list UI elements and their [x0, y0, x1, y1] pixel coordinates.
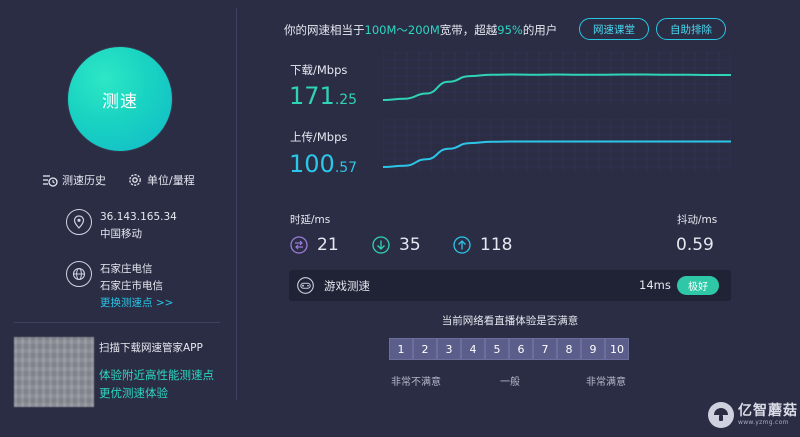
upload-int: 100 [289, 150, 335, 178]
speed-button-label: 测速 [102, 91, 138, 112]
change-server-link[interactable]: 更换测速点 >> [100, 295, 173, 312]
summary-prefix: 你的网速相当于 [284, 23, 365, 37]
globe-icon [66, 261, 92, 287]
download-dec: .25 [334, 92, 358, 108]
game-rating-badge: 极好 [677, 276, 719, 295]
gear-icon [129, 174, 141, 186]
rating-scale: 1 2 3 4 5 6 7 8 9 10 [389, 338, 629, 360]
download-value: 171.25 [289, 82, 357, 110]
arrow-up-icon [453, 236, 471, 254]
self-troubleshoot-button[interactable]: 自助排除 [656, 18, 726, 40]
rating-option[interactable]: 6 [509, 338, 533, 360]
rating-option[interactable]: 4 [461, 338, 485, 360]
game-speed-bar[interactable]: 游戏测速 14ms 极好 [289, 270, 731, 301]
watermark-brand: 亿智蘑菇 [738, 403, 798, 419]
latency-label: 时延/ms [290, 214, 331, 226]
history-label: 测速历史 [62, 174, 106, 187]
results-panel: 你的网速相当于100M～200M宽带，超越95%的用户 网速课堂 自助排除 下载… [237, 0, 800, 437]
rating-option[interactable]: 9 [581, 338, 605, 360]
arrow-down-icon [372, 236, 390, 254]
watermark-url: www.yzmg.com [738, 419, 789, 426]
rating-option[interactable]: 8 [557, 338, 581, 360]
rating-option[interactable]: 10 [605, 338, 629, 360]
app-promo-line2: 更优测速体验 [99, 386, 168, 400]
app-promo-line1: 体验附近高性能测速点 [99, 368, 214, 382]
latency-avg: 21 [290, 235, 339, 255]
latency-avg-value: 21 [317, 235, 339, 255]
upload-chart [383, 119, 731, 171]
latency-max: 118 [453, 235, 512, 255]
jitter-label: 抖动/ms [677, 214, 718, 226]
rating-option[interactable]: 3 [437, 338, 461, 360]
summary-middle: 宽带，超越 [439, 23, 498, 37]
game-speed-label: 游戏测速 [324, 279, 370, 293]
speed-curve [383, 73, 731, 101]
unit-label: 单位/量程 [147, 174, 195, 187]
latency-min-value: 35 [399, 235, 421, 255]
rating-option[interactable]: 5 [485, 338, 509, 360]
download-int: 171 [289, 82, 335, 110]
game-latency: 14ms [639, 278, 671, 292]
ip-address: 36.143.165.34 [100, 211, 177, 223]
unit-range-button[interactable]: 单位/量程 [127, 172, 195, 188]
server-name: 石家庄电信 [100, 263, 153, 275]
latency-max-value: 118 [480, 235, 513, 255]
history-icon [43, 175, 58, 187]
isp-name: 中国移动 [100, 228, 142, 240]
app-download-title: 扫描下载网速管家APP [99, 342, 203, 354]
upload-dec: .57 [334, 160, 358, 176]
upload-value: 100.57 [289, 150, 357, 178]
beat-percent: 95% [497, 23, 523, 37]
location-pin-icon [66, 209, 92, 235]
rating-option[interactable]: 2 [413, 338, 437, 360]
swap-icon [290, 236, 308, 254]
jitter-number: 0.59 [676, 235, 714, 255]
mushroom-logo-icon [708, 402, 734, 428]
latency-min: 35 [372, 235, 421, 255]
bandwidth-range: 100M～200M [364, 23, 440, 37]
download-label: 下载/Mbps [290, 63, 348, 77]
server-info: 石家庄电信 石家庄市电信 更换测速点 >> [66, 261, 173, 312]
jitter-value: 0.59 [676, 235, 714, 255]
rating-option[interactable]: 7 [533, 338, 557, 360]
watermark: 亿智蘑菇 www.yzmg.com [708, 402, 798, 428]
rating-high-label: 非常满意 [586, 377, 626, 388]
sidebar: 测速 测速历史 单位/量程 36.143.165.34 中国移动 石家庄电信 石… [0, 0, 236, 437]
speed-summary: 你的网速相当于100M～200M宽带，超越95%的用户 [284, 22, 557, 38]
server-detail: 石家庄市电信 [100, 280, 163, 292]
rating-low-label: 非常不满意 [391, 377, 441, 388]
summary-suffix: 的用户 [522, 23, 558, 37]
download-chart [383, 52, 731, 104]
gamepad-icon [297, 277, 314, 294]
ip-info: 36.143.165.34 中国移动 [66, 209, 177, 243]
speed-history-button[interactable]: 测速历史 [42, 172, 106, 188]
rating-option[interactable]: 1 [389, 338, 413, 360]
rating-mid-label: 一般 [500, 377, 520, 388]
upload-label: 上传/Mbps [290, 130, 348, 144]
speed-curve [383, 140, 731, 168]
qr-code [14, 337, 94, 407]
divider [14, 322, 220, 323]
speed-classroom-button[interactable]: 网速课堂 [579, 18, 649, 40]
start-speed-test-button[interactable]: 测速 [68, 47, 172, 151]
survey-question: 当前网络看直播体验是否满意 [441, 315, 579, 327]
